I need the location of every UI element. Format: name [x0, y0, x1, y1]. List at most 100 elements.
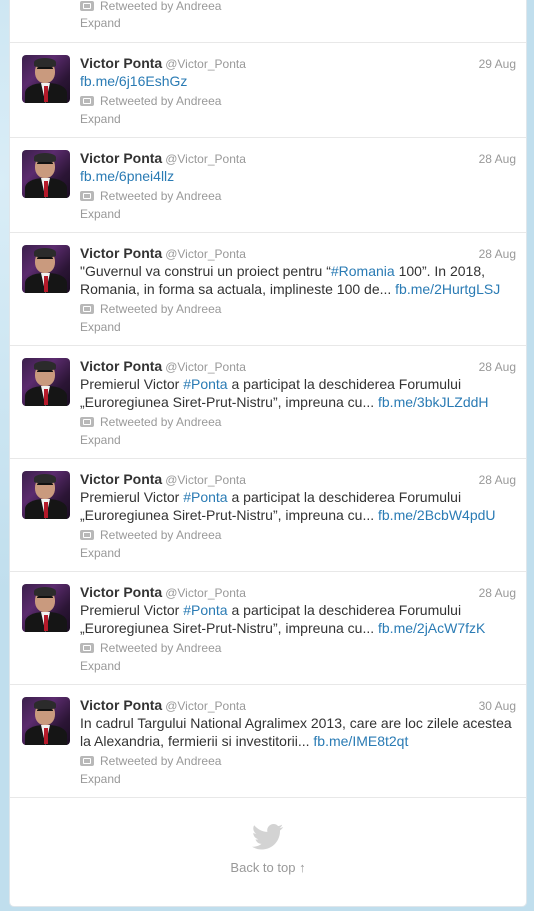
- fullname[interactable]: Victor Ponta: [80, 245, 162, 261]
- hashtag-link[interactable]: #Romania: [331, 263, 395, 279]
- avatar[interactable]: [22, 697, 70, 745]
- tweet-link[interactable]: fb.me/IME8t2qt: [313, 733, 408, 749]
- fullname[interactable]: Victor Ponta: [80, 55, 162, 71]
- fullname[interactable]: Victor Ponta: [80, 358, 162, 374]
- expand-link[interactable]: Expand: [80, 546, 121, 560]
- tweet-link[interactable]: fb.me/6j16EshGz: [80, 73, 187, 89]
- avatar[interactable]: [22, 584, 70, 632]
- tweet-link[interactable]: fb.me/6pnei4llz: [80, 168, 174, 184]
- back-to-top-link[interactable]: Back to top ↑: [10, 860, 526, 875]
- retweeted-by: Retweeted by Andreea: [100, 415, 222, 429]
- expand-link[interactable]: Expand: [80, 112, 121, 126]
- tweet-link[interactable]: fb.me/2BcbW4pdU: [378, 507, 496, 523]
- tweet-text: Premierul Victor #Ponta a participat la …: [80, 488, 512, 524]
- stream-footer: Back to top ↑: [10, 799, 526, 906]
- retweeted-by: Retweeted by Andreea: [100, 754, 222, 768]
- username[interactable]: @Victor_Ponta: [165, 57, 246, 71]
- tweet-text: In cadrul Targului National Agralimex 20…: [80, 714, 512, 750]
- avatar[interactable]: [22, 55, 70, 103]
- retweeted-by: Retweeted by Andreea: [100, 302, 222, 316]
- tweet-header: Victor Ponta @Victor_Ponta 30 Aug: [80, 697, 516, 715]
- retweet-icon: [80, 191, 94, 201]
- tweet-partial[interactable]: Retweeted by Andreea Expand: [10, 0, 526, 43]
- avatar[interactable]: [22, 245, 70, 293]
- tweet-text-part: Premierul Victor: [80, 489, 184, 505]
- tweet[interactable]: Victor Ponta @Victor_Ponta 28 Aug "Guvern…: [10, 233, 526, 346]
- avatar[interactable]: [22, 471, 70, 519]
- tweet-text: fb.me/6j16EshGz: [80, 72, 512, 90]
- username[interactable]: @Victor_Ponta: [165, 699, 246, 713]
- expand-link[interactable]: Expand: [80, 659, 121, 673]
- retweet-info: Retweeted by Andreea: [80, 0, 221, 14]
- retweet-icon: [80, 304, 94, 314]
- tweet-header: Victor Ponta @Victor_Ponta 28 Aug: [80, 584, 516, 602]
- expand-link[interactable]: Expand: [80, 16, 121, 30]
- tweet-text-part: "Guvernul va construi un proiect pentru …: [80, 263, 331, 279]
- tweet-text: Premierul Victor #Ponta a participat la …: [80, 601, 512, 637]
- timestamp[interactable]: 30 Aug: [479, 699, 516, 713]
- retweet-icon: [80, 530, 94, 540]
- tweet-text: "Guvernul va construi un proiect pentru …: [80, 262, 512, 298]
- timestamp[interactable]: 28 Aug: [479, 247, 516, 261]
- tweet[interactable]: Victor Ponta @Victor_Ponta 28 Aug Premier…: [10, 459, 526, 572]
- username[interactable]: @Victor_Ponta: [165, 152, 246, 166]
- tweet-header: Victor Ponta @Victor_Ponta 28 Aug: [80, 358, 516, 376]
- tweet[interactable]: Victor Ponta @Victor_Ponta 30 Aug In cadr…: [10, 685, 526, 798]
- hashtag-link[interactable]: #Ponta: [183, 602, 227, 618]
- tweet-link[interactable]: fb.me/2jAcW7fzK: [378, 620, 485, 636]
- hashtag-link[interactable]: #Ponta: [183, 489, 227, 505]
- timestamp[interactable]: 28 Aug: [479, 586, 516, 600]
- tweet[interactable]: Victor Ponta @Victor_Ponta 28 Aug fb.me/6…: [10, 138, 526, 233]
- tweet-stream: Retweeted by Andreea Expand Victor Ponta…: [9, 0, 527, 907]
- retweet-icon: [80, 417, 94, 427]
- tweet-text: fb.me/6pnei4llz: [80, 167, 512, 185]
- retweet-info: Retweeted by Andreea: [80, 93, 221, 109]
- retweet-info: Retweeted by Andreea: [80, 414, 221, 430]
- retweet-icon: [80, 643, 94, 653]
- fullname[interactable]: Victor Ponta: [80, 584, 162, 600]
- retweet-info: Retweeted by Andreea: [80, 188, 221, 204]
- timestamp[interactable]: 28 Aug: [479, 473, 516, 487]
- tweet-text-part: Premierul Victor: [80, 602, 184, 618]
- tweet[interactable]: Victor Ponta @Victor_Ponta 29 Aug fb.me/6…: [10, 43, 526, 138]
- retweeted-by: Retweeted by Andreea: [100, 528, 222, 542]
- username[interactable]: @Victor_Ponta: [165, 586, 246, 600]
- retweeted-by: Retweeted by Andreea: [100, 641, 222, 655]
- tweet[interactable]: Victor Ponta @Victor_Ponta 28 Aug Premier…: [10, 346, 526, 459]
- fullname[interactable]: Victor Ponta: [80, 697, 162, 713]
- hashtag-link[interactable]: #Ponta: [183, 376, 227, 392]
- retweet-info: Retweeted by Andreea: [80, 301, 221, 317]
- retweet-icon: [80, 96, 94, 106]
- username[interactable]: @Victor_Ponta: [165, 473, 246, 487]
- tweet-header: Victor Ponta @Victor_Ponta 28 Aug: [80, 245, 516, 263]
- retweet-info: Retweeted by Andreea: [80, 640, 221, 656]
- fullname[interactable]: Victor Ponta: [80, 150, 162, 166]
- timestamp[interactable]: 28 Aug: [479, 360, 516, 374]
- avatar[interactable]: [22, 358, 70, 406]
- fullname[interactable]: Victor Ponta: [80, 471, 162, 487]
- expand-link[interactable]: Expand: [80, 207, 121, 221]
- retweeted-by: Retweeted by Andreea: [100, 0, 222, 13]
- retweet-info: Retweeted by Andreea: [80, 753, 221, 769]
- timestamp[interactable]: 29 Aug: [479, 57, 516, 71]
- tweet-text: Premierul Victor #Ponta a participat la …: [80, 375, 512, 411]
- tweet-link[interactable]: fb.me/2HurtgLSJ: [395, 281, 500, 297]
- timestamp[interactable]: 28 Aug: [479, 152, 516, 166]
- avatar[interactable]: [22, 150, 70, 198]
- tweet-header: Victor Ponta @Victor_Ponta 28 Aug: [80, 471, 516, 489]
- retweet-icon: [80, 1, 94, 11]
- expand-link[interactable]: Expand: [80, 433, 121, 447]
- tweet[interactable]: Victor Ponta @Victor_Ponta 28 Aug Premier…: [10, 572, 526, 685]
- tweet-text-part: In cadrul Targului National Agralimex 20…: [80, 715, 512, 749]
- retweeted-by: Retweeted by Andreea: [100, 189, 222, 203]
- twitter-bird-icon: [252, 824, 284, 850]
- username[interactable]: @Victor_Ponta: [165, 360, 246, 374]
- tweet-link[interactable]: fb.me/3bkJLZddH: [378, 394, 489, 410]
- username[interactable]: @Victor_Ponta: [165, 247, 246, 261]
- expand-link[interactable]: Expand: [80, 772, 121, 786]
- tweet-header: Victor Ponta @Victor_Ponta 29 Aug: [80, 55, 516, 73]
- retweet-info: Retweeted by Andreea: [80, 527, 221, 543]
- retweet-icon: [80, 756, 94, 766]
- expand-link[interactable]: Expand: [80, 320, 121, 334]
- tweet-header: Victor Ponta @Victor_Ponta 28 Aug: [80, 150, 516, 168]
